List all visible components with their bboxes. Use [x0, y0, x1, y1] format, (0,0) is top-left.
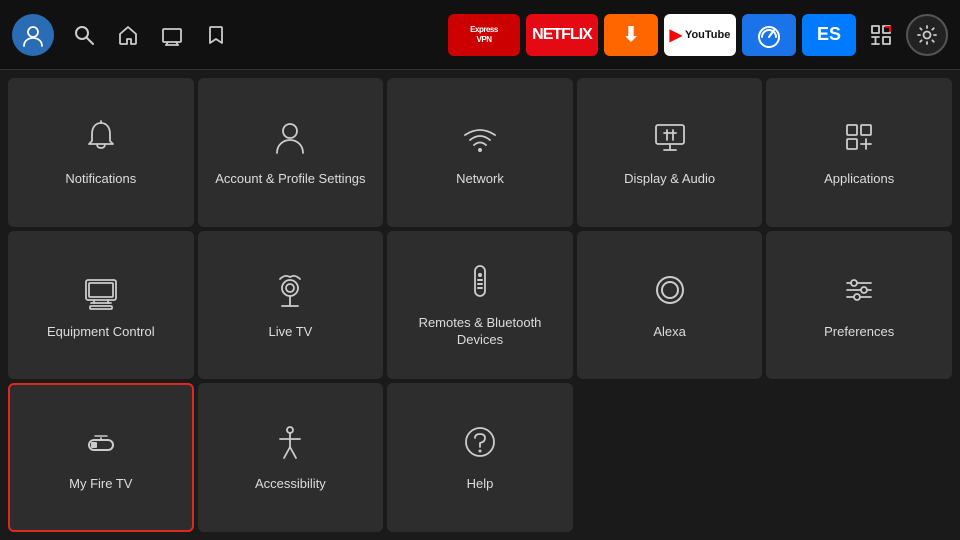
es-app[interactable]: ES — [802, 14, 856, 56]
tile-alexa[interactable]: Alexa — [577, 231, 763, 380]
antenna-icon — [270, 270, 310, 314]
applications-label: Applications — [824, 171, 894, 188]
alexa-label: Alexa — [653, 324, 686, 341]
avatar[interactable] — [12, 14, 54, 56]
tile-live-tv[interactable]: Live TV — [198, 231, 384, 380]
apps-icon — [839, 117, 879, 161]
person-icon — [270, 117, 310, 161]
display-audio-label: Display & Audio — [624, 171, 715, 188]
top-apps-bar: ExpressVPN NETFLIX ⬇ ▶ YouTube ES — [448, 14, 856, 56]
remotes-bluetooth-label: Remotes & Bluetooth Devices — [397, 315, 563, 349]
tv-icon — [81, 270, 121, 314]
network-label: Network — [456, 171, 504, 188]
tile-display-audio[interactable]: Display & Audio — [577, 78, 763, 227]
display-icon — [650, 117, 690, 161]
bell-icon — [81, 117, 121, 161]
settings-grid: Notifications Account & Profile Settings… — [0, 70, 960, 540]
tile-equipment-control[interactable]: Equipment Control — [8, 231, 194, 380]
my-fire-tv-label: My Fire TV — [69, 476, 132, 493]
remote-icon — [460, 261, 500, 305]
notifications-label: Notifications — [65, 171, 136, 188]
grid-apps-button[interactable] — [862, 16, 900, 54]
youtube-app[interactable]: ▶ YouTube — [664, 14, 736, 56]
speedtest-app[interactable] — [742, 14, 796, 56]
downloader-app[interactable]: ⬇ — [604, 14, 658, 56]
preferences-label: Preferences — [824, 324, 894, 341]
home-nav-button[interactable] — [108, 15, 148, 55]
netflix-app[interactable]: NETFLIX — [526, 14, 598, 56]
tile-my-fire-tv[interactable]: My Fire TV — [8, 383, 194, 532]
accessibility-label: Accessibility — [255, 476, 326, 493]
top-nav: ExpressVPN NETFLIX ⬇ ▶ YouTube ES — [0, 0, 960, 70]
alexa-icon — [650, 270, 690, 314]
live-nav-button[interactable] — [152, 15, 192, 55]
tile-accessibility[interactable]: Accessibility — [198, 383, 384, 532]
nav-right-icons — [862, 14, 948, 56]
tile-applications[interactable]: Applications — [766, 78, 952, 227]
search-nav-button[interactable] — [64, 15, 104, 55]
equipment-control-label: Equipment Control — [47, 324, 155, 341]
fire-tv-icon — [81, 422, 121, 466]
expressvpn-app[interactable]: ExpressVPN — [448, 14, 520, 56]
wifi-icon — [460, 117, 500, 161]
tile-remotes-bluetooth[interactable]: Remotes & Bluetooth Devices — [387, 231, 573, 380]
sliders-icon — [839, 270, 879, 314]
accessibility-icon — [270, 422, 310, 466]
tile-notifications[interactable]: Notifications — [8, 78, 194, 227]
settings-gear-button[interactable] — [906, 14, 948, 56]
live-tv-label: Live TV — [268, 324, 312, 341]
account-label: Account & Profile Settings — [215, 171, 365, 188]
tile-network[interactable]: Network — [387, 78, 573, 227]
help-label: Help — [467, 476, 494, 493]
tile-preferences[interactable]: Preferences — [766, 231, 952, 380]
tile-help[interactable]: Help — [387, 383, 573, 532]
nav-icons-left — [64, 15, 236, 55]
help-icon — [460, 422, 500, 466]
bookmark-nav-button[interactable] — [196, 15, 236, 55]
tile-account[interactable]: Account & Profile Settings — [198, 78, 384, 227]
